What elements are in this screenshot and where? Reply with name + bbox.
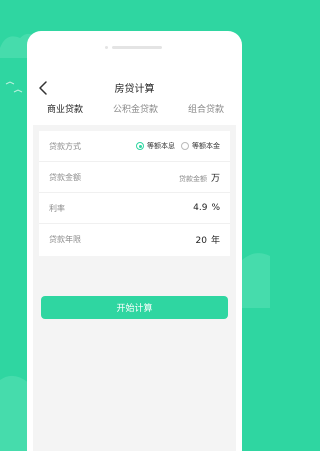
loan-term-label: 贷款年限 [49, 235, 81, 244]
speaker-bar [111, 45, 162, 49]
radio-unchecked-icon [181, 142, 189, 150]
radio-equal-principal-label: 等额本金 [192, 142, 220, 150]
page-title: 房贷计算 [114, 84, 155, 95]
row-loan-amount: 贷款金额 贷款金额 万 [39, 162, 230, 193]
cloud-decoration [240, 253, 270, 308]
loan-type-tabs: 商业贷款 公积金贷款 组合贷款 [27, 102, 242, 124]
row-loan-method: 贷款方式 等额本息 等额本金 [39, 131, 230, 162]
row-interest-rate: 利率 4.9 % [39, 193, 230, 224]
interest-rate-unit: % [211, 203, 220, 213]
loan-form: 贷款方式 等额本息 等额本金 贷款金额 贷款金额 万 利率 4.9 % 贷款年限… [39, 131, 230, 256]
phone-notch [104, 45, 165, 49]
tab-provident-fund-loan[interactable]: 公积金贷款 [113, 102, 158, 124]
loan-amount-field[interactable]: 贷款金额 万 [179, 171, 220, 184]
loan-method-label: 贷款方式 [49, 141, 81, 151]
bird-decoration [5, 81, 23, 93]
interest-rate-label: 利率 [49, 203, 65, 213]
calculate-button[interactable]: 开始计算 [41, 296, 228, 319]
camera-dot [104, 45, 108, 49]
loan-term-field[interactable]: 20 年 [196, 233, 220, 246]
interest-rate-value[interactable]: 4.9 [193, 203, 207, 213]
interest-rate-field[interactable]: 4.9 % [193, 203, 220, 213]
loan-method-radio-group: 等额本息 等额本金 [136, 141, 220, 151]
loan-amount-unit: 万 [210, 173, 220, 184]
loan-term-value[interactable]: 20 [196, 236, 207, 246]
loan-amount-input[interactable]: 贷款金额 [179, 174, 207, 184]
tab-commercial-loan[interactable]: 商业贷款 [47, 102, 83, 124]
cloud-decoration [0, 375, 30, 451]
radio-checked-icon [136, 142, 144, 150]
content-area: 贷款方式 等额本息 等额本金 贷款金额 贷款金额 万 利率 4.9 % 贷款年限… [33, 125, 236, 451]
phone-frame: 房贷计算 商业贷款 公积金贷款 组合贷款 贷款方式 等额本息 等额本金 贷款金额… [27, 31, 242, 451]
radio-equal-installment[interactable]: 等额本息 [136, 141, 175, 151]
loan-term-unit: 年 [210, 236, 220, 246]
row-loan-term: 贷款年限 20 年 [39, 224, 230, 255]
radio-equal-principal[interactable]: 等额本金 [181, 141, 220, 151]
loan-amount-label: 贷款金额 [49, 172, 81, 182]
radio-equal-installment-label: 等额本息 [147, 142, 175, 150]
nav-bar: 房贷计算 [27, 77, 242, 101]
tab-combined-loan[interactable]: 组合贷款 [188, 102, 224, 124]
